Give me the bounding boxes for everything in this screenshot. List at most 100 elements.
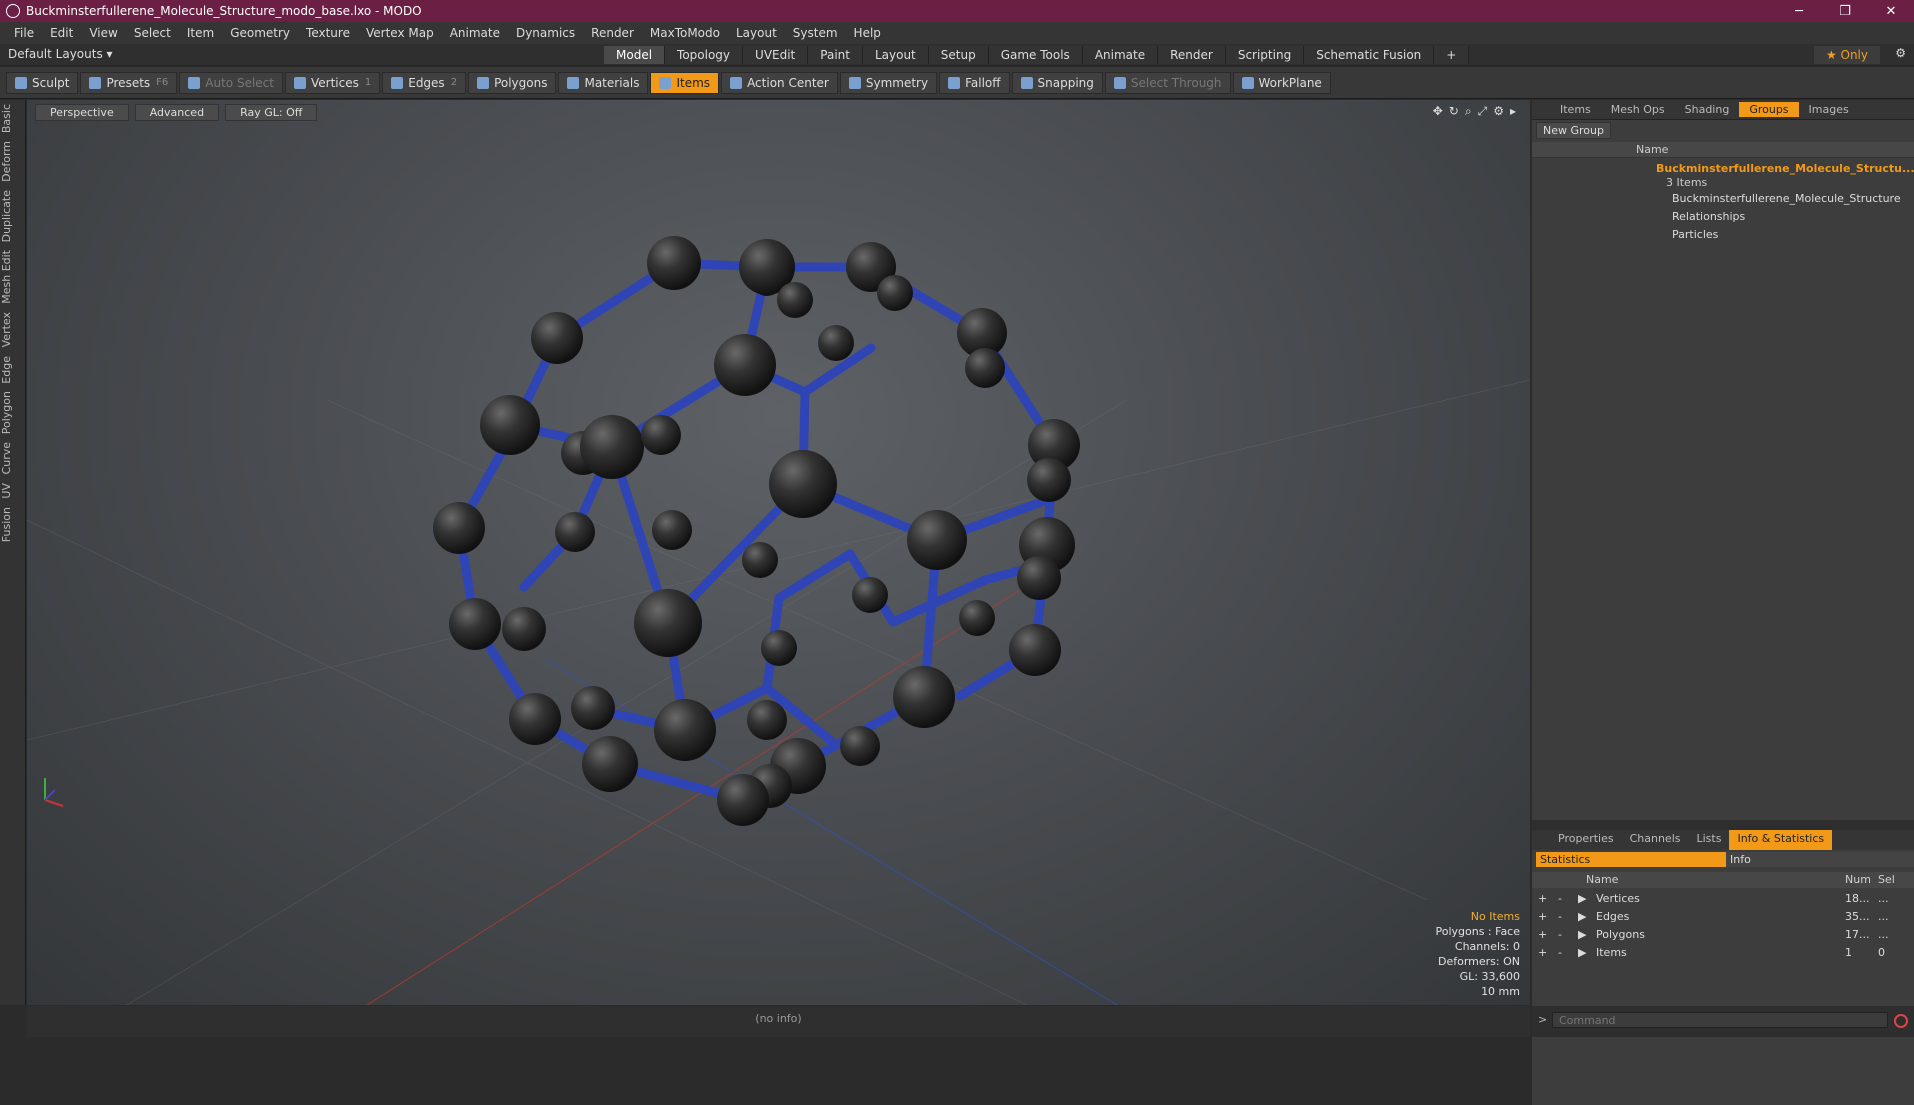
tab-images[interactable]: Images bbox=[1799, 102, 1859, 117]
add-tab-button[interactable]: + bbox=[1434, 46, 1470, 64]
menu-vertex-map[interactable]: Vertex Map bbox=[358, 26, 442, 40]
add-icon[interactable]: + bbox=[1538, 946, 1547, 959]
statistics-subtab[interactable]: Statistics bbox=[1536, 852, 1726, 867]
menu-layout[interactable]: Layout bbox=[728, 26, 785, 40]
group-child-row[interactable]: Relationships bbox=[1532, 208, 1914, 226]
sculpt-button[interactable]: Sculpt bbox=[6, 71, 79, 94]
add-icon[interactable]: + bbox=[1538, 910, 1547, 923]
tab-model[interactable]: Model bbox=[604, 46, 666, 64]
left-tab-uv[interactable]: UV bbox=[0, 479, 26, 503]
group-child-row[interactable]: Buckminsterfullerene_Molecule_Structure bbox=[1532, 190, 1914, 208]
menu-geometry[interactable]: Geometry bbox=[222, 26, 298, 40]
snapping-button[interactable]: Snapping bbox=[1011, 71, 1103, 94]
items-button[interactable]: Items bbox=[650, 71, 720, 94]
action-center-button[interactable]: Action Center bbox=[721, 71, 838, 94]
tab-layout[interactable]: Layout bbox=[862, 46, 929, 64]
viewport-settings-icon[interactable]: ⚙ bbox=[1493, 104, 1504, 119]
expand-icon[interactable]: ▶ bbox=[1578, 928, 1586, 941]
menu-view[interactable]: View bbox=[81, 26, 125, 40]
tab-info-statistics[interactable]: Info & Statistics bbox=[1729, 830, 1833, 850]
menu-item[interactable]: Item bbox=[179, 26, 222, 40]
expand-icon[interactable]: ▶ bbox=[1578, 910, 1586, 923]
vertices-button[interactable]: Vertices 1 bbox=[284, 71, 381, 94]
move-view-icon[interactable]: ✥ bbox=[1433, 104, 1443, 119]
tab-uvedit[interactable]: UVEdit bbox=[743, 46, 809, 64]
falloff-button[interactable]: Falloff bbox=[939, 71, 1010, 94]
new-group-button[interactable]: New Group bbox=[1536, 122, 1611, 139]
command-input[interactable] bbox=[1552, 1012, 1888, 1028]
presets-button[interactable]: Presets F6 bbox=[80, 71, 178, 94]
raygl-button[interactable]: Ray GL: Off bbox=[225, 104, 318, 121]
left-tab-basic[interactable]: Basic bbox=[0, 100, 26, 137]
tab-groups[interactable]: Groups bbox=[1739, 102, 1799, 117]
layout-dropdown[interactable]: Default Layouts ▾ bbox=[8, 47, 113, 61]
rotate-view-icon[interactable]: ↻ bbox=[1449, 104, 1459, 119]
tab-setup[interactable]: Setup bbox=[928, 46, 989, 64]
left-tab-fusion[interactable]: Fusion bbox=[0, 503, 26, 546]
expand-icon[interactable]: ▶ bbox=[1578, 892, 1586, 905]
left-tab-edge[interactable]: Edge bbox=[0, 352, 26, 388]
stats-row[interactable]: + - ▶ Items 1 0 bbox=[1532, 944, 1914, 962]
tab-paint[interactable]: Paint bbox=[808, 46, 863, 64]
tab-channels[interactable]: Channels bbox=[1622, 830, 1689, 850]
tab-scripting[interactable]: Scripting bbox=[1225, 46, 1305, 64]
tab-render[interactable]: Render bbox=[1158, 46, 1226, 64]
workplane-button[interactable]: WorkPlane bbox=[1232, 71, 1331, 94]
3d-viewport[interactable]: Perspective Advanced Ray GL: Off ✥ ↻ ⌕ ⤢… bbox=[27, 100, 1530, 1005]
edges-button[interactable]: Edges 2 bbox=[382, 71, 467, 94]
menu-edit[interactable]: Edit bbox=[42, 26, 81, 40]
menu-dynamics[interactable]: Dynamics bbox=[508, 26, 583, 40]
tab-shading[interactable]: Shading bbox=[1675, 102, 1740, 117]
remove-icon[interactable]: - bbox=[1558, 946, 1562, 959]
left-tab-mesh-edit[interactable]: Mesh Edit bbox=[0, 246, 26, 308]
only-toggle[interactable]: ★ Only bbox=[1813, 46, 1880, 64]
info-subtab[interactable]: Info bbox=[1726, 852, 1914, 867]
left-tab-vertex[interactable]: Vertex bbox=[0, 308, 26, 351]
zoom-view-icon[interactable]: ⌕ bbox=[1465, 104, 1472, 119]
menu-file[interactable]: File bbox=[6, 26, 42, 40]
polygons-button[interactable]: Polygons bbox=[468, 71, 557, 94]
tab-animate[interactable]: Animate bbox=[1082, 46, 1159, 64]
remove-icon[interactable]: - bbox=[1558, 928, 1562, 941]
close-button[interactable]: ✕ bbox=[1868, 4, 1914, 19]
menu-maxtomodo[interactable]: MaxToModo bbox=[642, 26, 728, 40]
symmetry-button[interactable]: Symmetry bbox=[839, 71, 938, 94]
fit-view-icon[interactable]: ⤢ bbox=[1478, 104, 1488, 119]
minimize-button[interactable]: ─ bbox=[1776, 4, 1822, 19]
remove-icon[interactable]: - bbox=[1558, 892, 1562, 905]
tab-topology[interactable]: Topology bbox=[665, 46, 744, 64]
tab-items[interactable]: Items bbox=[1550, 102, 1601, 117]
menu-system[interactable]: System bbox=[785, 26, 846, 40]
maximize-button[interactable]: ❐ bbox=[1822, 4, 1868, 19]
materials-button[interactable]: Materials bbox=[558, 71, 649, 94]
add-icon[interactable]: + bbox=[1538, 892, 1547, 905]
stats-row[interactable]: + - ▶ Polygons 17... ... bbox=[1532, 926, 1914, 944]
menu-texture[interactable]: Texture bbox=[298, 26, 358, 40]
shading-mode-button[interactable]: Advanced bbox=[134, 104, 220, 121]
left-tab-duplicate[interactable]: Duplicate bbox=[0, 186, 26, 246]
auto-select-button[interactable]: Auto Select bbox=[179, 71, 283, 94]
add-icon[interactable]: + bbox=[1538, 928, 1547, 941]
remove-icon[interactable]: - bbox=[1558, 910, 1562, 923]
group-child-row[interactable]: Particles bbox=[1532, 226, 1914, 244]
stats-row[interactable]: + - ▶ Edges 35... ... bbox=[1532, 908, 1914, 926]
menu-help[interactable]: Help bbox=[846, 26, 889, 40]
tab-lists[interactable]: Lists bbox=[1689, 830, 1730, 850]
tab-properties[interactable]: Properties bbox=[1550, 830, 1622, 850]
tab-mesh-ops[interactable]: Mesh Ops bbox=[1601, 102, 1675, 117]
tab-game-tools[interactable]: Game Tools bbox=[988, 46, 1083, 64]
tab-schematic-fusion[interactable]: Schematic Fusion bbox=[1304, 46, 1435, 64]
stats-row[interactable]: + - ▶ Vertices 18... ... bbox=[1532, 890, 1914, 908]
expand-arrow-icon[interactable]: ▸ bbox=[1510, 104, 1516, 119]
menu-select[interactable]: Select bbox=[126, 26, 179, 40]
select-through-button[interactable]: Select Through bbox=[1104, 71, 1231, 94]
record-icon[interactable] bbox=[1894, 1014, 1908, 1028]
menu-render[interactable]: Render bbox=[583, 26, 642, 40]
menu-animate[interactable]: Animate bbox=[442, 26, 508, 40]
expand-icon[interactable]: ▶ bbox=[1578, 946, 1586, 959]
left-tab-curve[interactable]: Curve bbox=[0, 438, 26, 478]
left-tab-polygon[interactable]: Polygon bbox=[0, 387, 26, 438]
view-type-button[interactable]: Perspective bbox=[35, 104, 129, 121]
left-tab-deform[interactable]: Deform bbox=[0, 137, 26, 186]
gear-icon[interactable]: ⚙ bbox=[1895, 46, 1906, 60]
